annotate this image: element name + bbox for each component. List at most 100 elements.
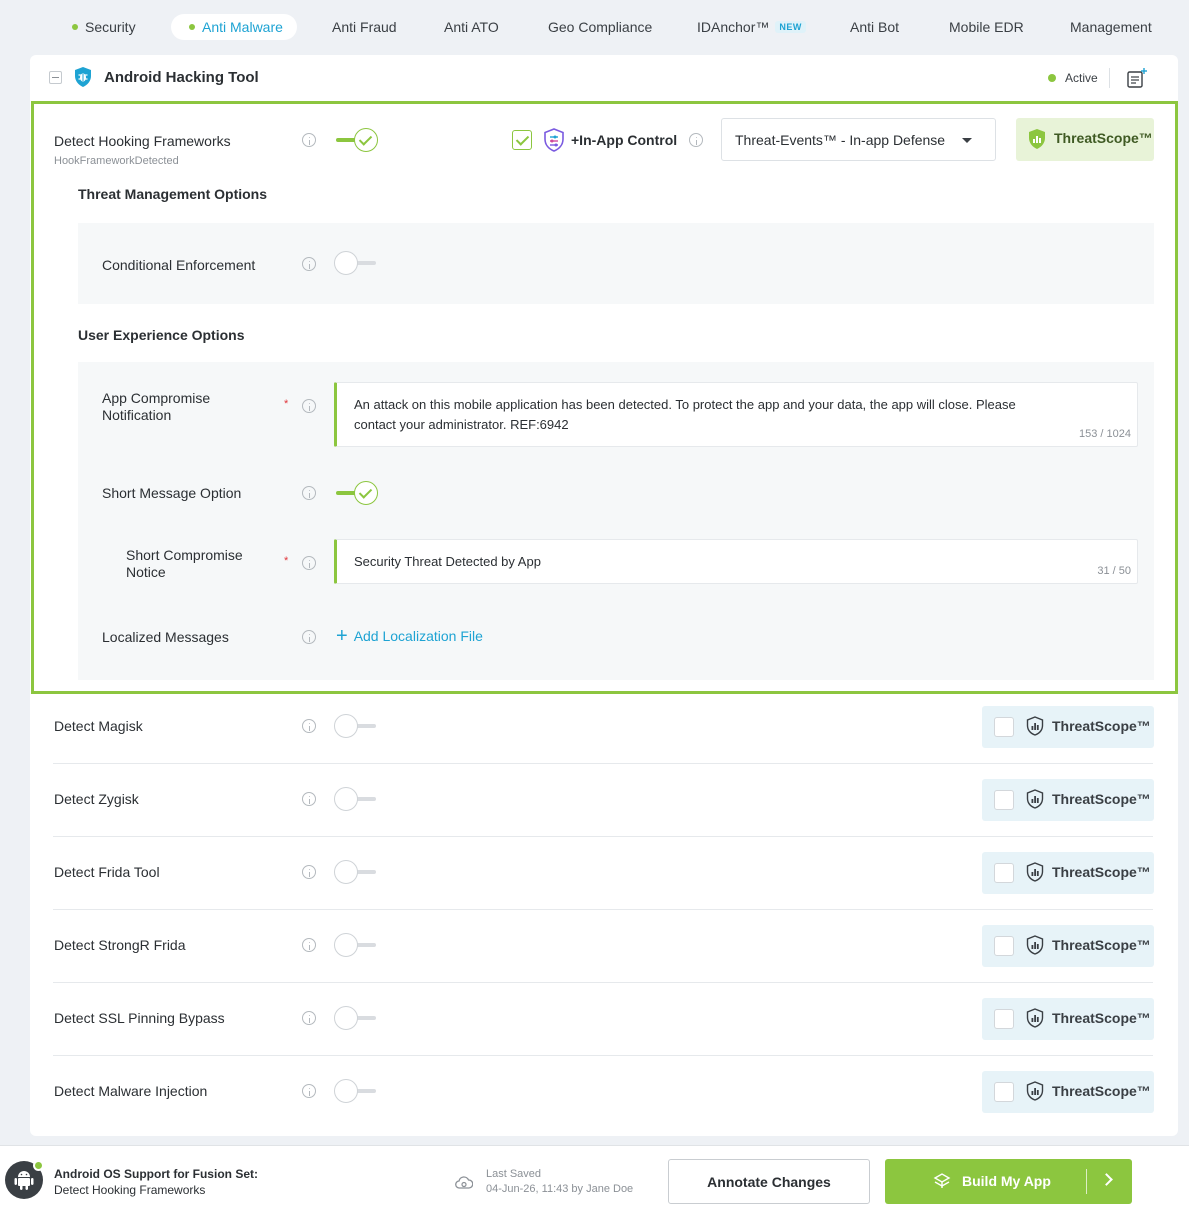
info-icon[interactable] (302, 865, 316, 879)
tab-label: Anti Bot (850, 19, 900, 35)
info-icon[interactable] (302, 1011, 316, 1025)
conditional-enforcement-label: Conditional Enforcement (102, 257, 256, 273)
row-divider (53, 909, 1153, 910)
row-label: Detect StrongR Frida (54, 937, 186, 953)
row-label: Detect Zygisk (54, 791, 139, 807)
conditional-enforcement-toggle[interactable] (334, 251, 380, 275)
threatscope-label: ThreatScope™ (1052, 718, 1151, 734)
threatscope-button[interactable]: ThreatScope™ (1016, 118, 1154, 161)
short-message-toggle[interactable] (334, 481, 380, 505)
add-localization-label: Add Localization File (353, 628, 483, 644)
plus-icon: + (336, 625, 348, 647)
new-badge: NEW (775, 21, 806, 33)
row-toggle[interactable] (334, 714, 380, 738)
chevron-right-icon[interactable] (1100, 1173, 1113, 1186)
tab-anti-bot[interactable]: Anti Bot (850, 14, 899, 40)
threatscope-option[interactable]: ThreatScope™ (982, 706, 1154, 748)
threat-management-title: Threat Management Options (78, 186, 268, 202)
threatscope-checkbox[interactable] (994, 863, 1014, 883)
row-toggle[interactable] (334, 1006, 380, 1030)
short-compromise-notice-field[interactable]: Security Threat Detected by App 31 / 50 (334, 539, 1138, 584)
shield-chart-icon (1026, 716, 1044, 736)
caret-down-icon (962, 138, 972, 143)
divider (1109, 68, 1110, 88)
feature-toggle[interactable] (334, 128, 380, 152)
threatscope-checkbox[interactable] (994, 936, 1014, 956)
threatscope-option[interactable]: ThreatScope™ (982, 925, 1154, 967)
build-my-app-button[interactable]: Build My App (885, 1159, 1132, 1204)
info-icon[interactable] (302, 133, 316, 147)
tab-management[interactable]: Management (1070, 14, 1152, 40)
threatscope-label: ThreatScope™ (1054, 130, 1153, 146)
threatscope-checkbox[interactable] (994, 1082, 1014, 1102)
app-compromise-notification-field[interactable]: An attack on this mobile application has… (334, 382, 1138, 447)
row-toggle[interactable] (334, 1079, 380, 1103)
minus-square-icon[interactable] (49, 71, 62, 84)
threatscope-checkbox[interactable] (994, 790, 1014, 810)
info-icon[interactable] (302, 399, 316, 413)
shield-sliders-icon (544, 128, 564, 152)
add-localization-link[interactable]: + Add Localization File (336, 625, 483, 647)
row-label: Detect Magisk (54, 718, 143, 734)
short-notice-text: Security Threat Detected by App (354, 554, 541, 569)
threatscope-option[interactable]: ThreatScope™ (982, 779, 1154, 821)
top-nav: Security Anti Malware Anti Fraud Anti AT… (0, 0, 1189, 55)
shield-chart-icon (1026, 1081, 1044, 1101)
in-app-control-label: +In-App Control (571, 132, 678, 148)
threatscope-checkbox[interactable] (994, 717, 1014, 737)
tab-anti-ato[interactable]: Anti ATO (444, 14, 499, 40)
threatscope-label: ThreatScope™ (1052, 791, 1151, 807)
info-icon[interactable] (302, 556, 316, 570)
build-label: Build My App (962, 1173, 1051, 1189)
android-avatar (5, 1160, 44, 1199)
cloud-sync-icon (455, 1176, 473, 1189)
required-mark: * (284, 555, 289, 567)
threatscope-option[interactable]: ThreatScope™ (982, 1071, 1154, 1113)
row-toggle[interactable] (334, 787, 380, 811)
info-icon[interactable] (302, 938, 316, 952)
tab-anti-malware[interactable]: Anti Malware (171, 14, 297, 40)
threat-events-dropdown[interactable]: Threat-Events™ - In-app Defense (721, 118, 996, 161)
tab-mobile-edr[interactable]: Mobile EDR (949, 14, 1024, 40)
row-label: Detect SSL Pinning Bypass (54, 1010, 225, 1026)
threatscope-option[interactable]: ThreatScope™ (982, 852, 1154, 894)
tab-geo-compliance[interactable]: Geo Compliance (548, 14, 652, 40)
toggle-knob (334, 1079, 358, 1103)
row-divider (53, 836, 1153, 837)
info-icon[interactable] (689, 133, 703, 147)
threatscope-label: ThreatScope™ (1052, 937, 1151, 953)
threatscope-checkbox[interactable] (994, 1009, 1014, 1029)
info-icon[interactable] (302, 719, 316, 733)
annotate-changes-button[interactable]: Annotate Changes (668, 1159, 870, 1204)
row-toggle[interactable] (334, 933, 380, 957)
threatscope-option[interactable]: ThreatScope™ (982, 998, 1154, 1040)
info-icon[interactable] (302, 630, 316, 644)
toggle-knob (334, 933, 358, 957)
info-icon[interactable] (302, 792, 316, 806)
tab-anti-fraud[interactable]: Anti Fraud (332, 14, 397, 40)
tab-security[interactable]: Security (72, 14, 136, 40)
tab-label: Anti Malware (202, 19, 283, 35)
dropdown-value: Threat-Events™ - In-app Defense (735, 132, 946, 148)
footer-title: Android OS Support for Fusion Set: (54, 1167, 258, 1181)
shield-chart-icon (1026, 935, 1044, 955)
info-icon[interactable] (302, 486, 316, 500)
user-experience-title: User Experience Options (78, 327, 245, 343)
tab-label: Mobile EDR (949, 19, 1024, 35)
info-icon[interactable] (302, 1084, 316, 1098)
toggle-knob (354, 128, 378, 152)
android-icon (14, 1171, 34, 1190)
in-app-checkbox[interactable] (512, 130, 532, 150)
status-badge: Active (1065, 71, 1098, 85)
shield-chart-icon (1026, 1008, 1044, 1028)
shield-chart-icon (1029, 129, 1045, 149)
note-add-icon[interactable] (1126, 67, 1148, 89)
toggle-knob (334, 251, 358, 275)
row-label: Detect Frida Tool (54, 864, 160, 880)
last-saved-value: 04-Jun-26, 11:43 by Jane Doe (486, 1183, 634, 1195)
row-toggle[interactable] (334, 860, 380, 884)
tab-idanchor[interactable]: IDAnchor™ NEW (697, 14, 806, 40)
toggle-knob (334, 787, 358, 811)
expanded-feature-panel: Detect Hooking Frameworks HookFrameworkD… (31, 101, 1178, 694)
info-icon[interactable] (302, 257, 316, 271)
